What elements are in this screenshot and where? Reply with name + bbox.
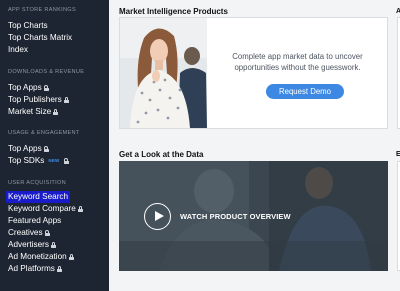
product-overview-video[interactable]: WATCH PRODUCT OVERVIEW <box>119 161 388 271</box>
sidebar-item-label: Top SDKs <box>8 156 45 165</box>
sidebar-item-label: Market Size <box>8 107 52 116</box>
sidebar-item-label: Top Charts <box>8 21 48 30</box>
promo-photo <box>120 18 207 128</box>
lock-icon <box>53 109 59 115</box>
video-heading: Get a Look at the Data <box>119 150 204 159</box>
sidebar-item-label: Keyword Search <box>6 191 71 203</box>
sidebar-item-label: Featured Apps <box>8 216 62 225</box>
lock-icon <box>43 146 49 152</box>
lock-icon <box>63 97 69 103</box>
lock-icon <box>68 254 74 260</box>
sidebar-item-label: Top Publishers <box>8 95 62 104</box>
sidebar-item-label: Index <box>8 45 29 54</box>
lock-icon <box>50 242 56 248</box>
sidebar-item-label: Top Apps <box>8 144 42 153</box>
cutoff-heading-1: A <box>396 8 400 15</box>
sidebar: APP STORE RANKINGS Top Charts Top Charts… <box>0 0 109 291</box>
woman-photo-image <box>120 18 207 128</box>
sidebar-item-label: Ad Monetization <box>8 252 67 261</box>
promo-card: Complete app market data to uncover oppo… <box>119 17 388 129</box>
sidebar-item-label: Creatives <box>8 228 43 237</box>
sidebar-item-top-charts-matrix[interactable]: Top Charts Matrix <box>0 32 109 44</box>
section-title: APP STORE RANKINGS <box>8 7 76 13</box>
sidebar-item-index[interactable]: Index <box>0 44 109 56</box>
sidebar-item-top-apps-downloads[interactable]: Top Apps <box>0 82 109 94</box>
sidebar-item-top-sdks[interactable]: Top SDKs NEW <box>0 155 109 167</box>
promo-heading: Market Intelligence Products <box>119 7 228 16</box>
sidebar-item-market-size[interactable]: Market Size <box>0 106 109 118</box>
sidebar-item-label: Advertisers <box>8 240 49 249</box>
sidebar-item-top-charts[interactable]: Top Charts <box>0 20 109 32</box>
sidebar-item-label: Top Charts Matrix <box>8 33 73 42</box>
sidebar-item-ad-monetization[interactable]: Ad Monetization <box>0 251 109 263</box>
sidebar-item-featured-apps[interactable]: Featured Apps <box>0 215 109 227</box>
sidebar-item-top-apps-usage[interactable]: Top Apps <box>0 143 109 155</box>
lock-icon <box>44 230 50 236</box>
watch-overview-label: WATCH PRODUCT OVERVIEW <box>180 212 291 221</box>
lock-icon <box>43 85 49 91</box>
sidebar-section-downloads: DOWNLOADS & REVENUE Top Apps Top Publish… <box>0 69 109 118</box>
sidebar-item-label: Keyword Compare <box>8 204 76 213</box>
sidebar-item-top-publishers[interactable]: Top Publishers <box>0 94 109 106</box>
sidebar-item-label: Ad Platforms <box>8 264 55 273</box>
section-title: DOWNLOADS & REVENUE <box>8 69 85 75</box>
sidebar-item-advertisers[interactable]: Advertisers <box>0 239 109 251</box>
new-badge: NEW <box>48 158 60 163</box>
sidebar-section-rankings: APP STORE RANKINGS Top Charts Top Charts… <box>0 7 109 56</box>
lock-icon <box>56 266 62 272</box>
section-title: USAGE & ENGAGEMENT <box>8 130 80 136</box>
main-content: Market Intelligence Products Complete ap… <box>109 0 400 291</box>
sidebar-item-ad-platforms[interactable]: Ad Platforms <box>0 263 109 275</box>
sidebar-item-creatives[interactable]: Creatives <box>0 227 109 239</box>
cutoff-heading-2: E <box>396 151 400 158</box>
lock-icon <box>63 158 69 164</box>
sidebar-section-usage: USAGE & ENGAGEMENT Top Apps Top SDKs NEW <box>0 130 109 167</box>
play-icon[interactable] <box>144 203 171 230</box>
sidebar-item-keyword-compare[interactable]: Keyword Compare <box>0 203 109 215</box>
sidebar-item-label: Top Apps <box>8 83 42 92</box>
lock-icon <box>77 206 83 212</box>
sidebar-item-keyword-search[interactable]: Keyword Search <box>0 191 109 203</box>
section-title: USER ACQUISITION <box>8 180 66 186</box>
request-demo-button[interactable]: Request Demo <box>266 84 344 99</box>
sidebar-section-acquisition: USER ACQUISITION Keyword Search Keyword … <box>0 180 109 275</box>
promo-text: Complete app market data to uncover oppo… <box>232 52 363 72</box>
